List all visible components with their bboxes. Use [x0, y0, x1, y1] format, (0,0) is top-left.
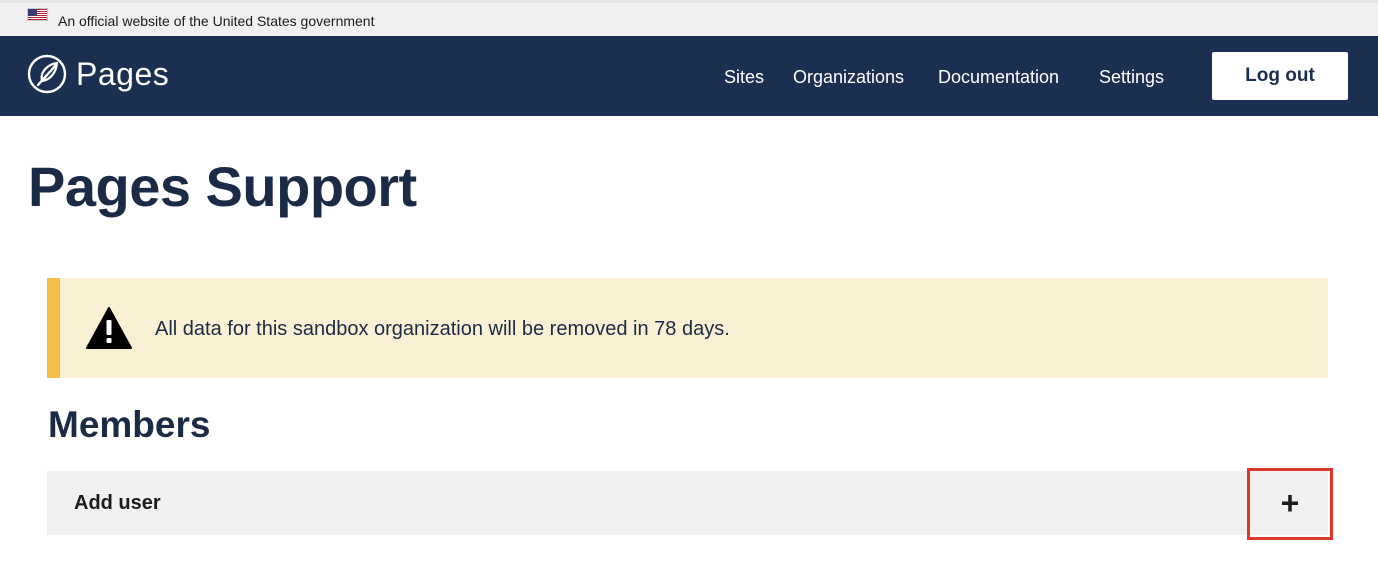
- plus-icon[interactable]: +: [1278, 486, 1302, 520]
- members-heading: Members: [48, 404, 211, 445]
- main-nav: Sites Organizations Documentation Settin…: [0, 64, 1378, 90]
- nav-item-sites[interactable]: Sites: [724, 64, 764, 90]
- nav-item-organizations[interactable]: Organizations: [793, 64, 904, 90]
- warning-icon: [85, 306, 133, 350]
- gov-banner: An official website of the United States…: [0, 0, 1378, 36]
- page-title: Pages Support: [28, 155, 417, 218]
- alert-message: All data for this sandbox organization w…: [155, 318, 730, 340]
- nav-item-settings[interactable]: Settings: [1099, 64, 1164, 90]
- nav-item-documentation[interactable]: Documentation: [938, 64, 1059, 90]
- sandbox-warning-alert: All data for this sandbox organization w…: [47, 278, 1328, 378]
- site-header: Pages Sites Organizations Documentation …: [0, 36, 1378, 116]
- us-flag-icon: [27, 8, 48, 21]
- logout-button[interactable]: Log out: [1212, 52, 1348, 100]
- add-user-label: Add user: [74, 492, 161, 514]
- gov-banner-text: An official website of the United States…: [58, 13, 375, 29]
- add-user-accordion[interactable]: Add user +: [47, 471, 1328, 535]
